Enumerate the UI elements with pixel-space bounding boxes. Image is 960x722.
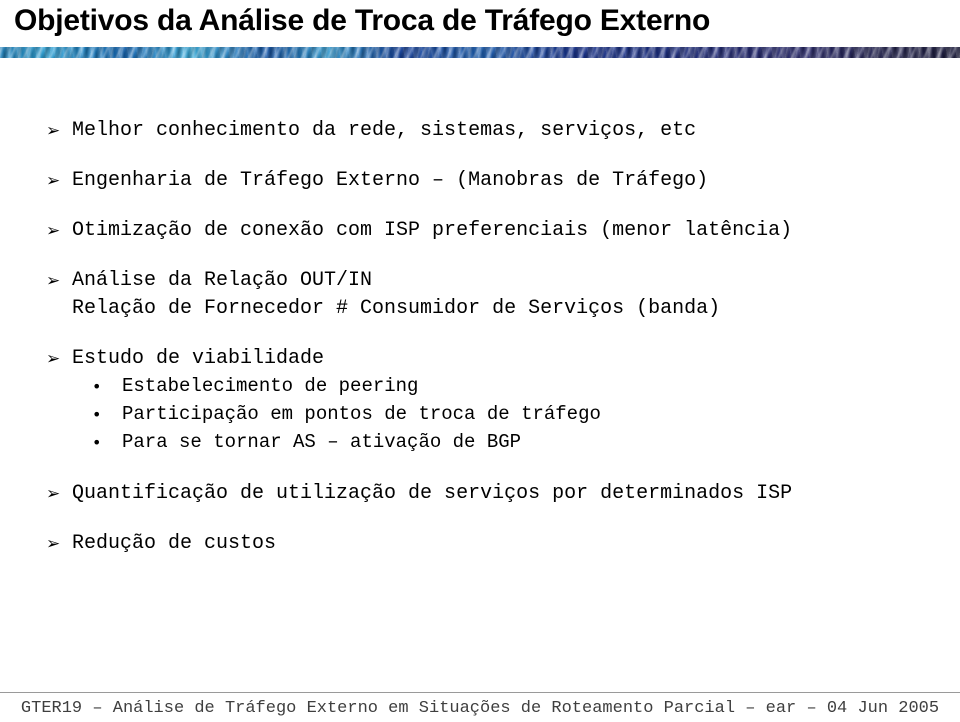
sub-list-item: • Estabelecimento de peering xyxy=(0,374,960,399)
list-item-label: Análise da Relação OUT/IN xyxy=(72,269,373,292)
sub-list-item-label: Participação em pontos de troca de tráfe… xyxy=(122,403,601,425)
list-item: ➢ Melhor conhecimento da rede, sistemas,… xyxy=(0,118,960,144)
footer-text: GTER19 – Análise de Tráfego Externo em S… xyxy=(20,699,940,718)
list-item-label: Engenharia de Tráfego Externo – (Manobra… xyxy=(72,169,709,192)
list-item-label: Estudo de viabilidade xyxy=(72,347,325,370)
sub-list-item-label: Estabelecimento de peering xyxy=(122,375,419,397)
page-title: Objetivos da Análise de Troca de Tráfego… xyxy=(14,4,711,37)
list-item: ➢ Redução de custos xyxy=(0,531,960,557)
list-item: ➢ Quantificação de utilização de serviço… xyxy=(0,481,960,507)
footer-divider xyxy=(0,692,960,693)
dot-bullet-icon: • xyxy=(92,405,102,424)
arrow-bullet-icon: ➢ xyxy=(46,121,61,141)
list-item-label: Redução de custos xyxy=(72,532,277,555)
presentation-slide: Objetivos da Análise de Troca de Tráfego… xyxy=(0,0,960,722)
arrow-bullet-icon: ➢ xyxy=(46,171,61,191)
arrow-bullet-icon: ➢ xyxy=(46,221,61,241)
list-item-label: Otimização de conexão com ISP preferenci… xyxy=(72,219,793,242)
title-decorative-band-image xyxy=(0,47,960,58)
list-item: ➢ Estudo de viabilidade xyxy=(0,346,960,372)
list-item-label: Quantificação de utilização de serviços … xyxy=(72,482,793,505)
arrow-bullet-icon: ➢ xyxy=(46,484,61,504)
sub-list-item: • Participação em pontos de troca de trá… xyxy=(0,402,960,427)
arrow-bullet-icon: ➢ xyxy=(46,271,61,291)
dot-bullet-icon: • xyxy=(92,377,102,396)
dot-bullet-icon: • xyxy=(92,433,102,452)
sub-list-item: • Para se tornar AS – ativação de BGP xyxy=(0,430,960,455)
sub-list-item-label: Para se tornar AS – ativação de BGP xyxy=(122,431,522,453)
list-item-continuation: Relação de Fornecedor # Consumidor de Se… xyxy=(72,297,721,320)
bullet-list: ➢ Melhor conhecimento da rede, sistemas,… xyxy=(0,118,960,581)
arrow-bullet-icon: ➢ xyxy=(46,349,61,369)
list-item-label: Melhor conhecimento da rede, sistemas, s… xyxy=(72,119,697,142)
arrow-bullet-icon: ➢ xyxy=(46,534,61,554)
list-item: ➢ Engenharia de Tráfego Externo – (Manob… xyxy=(0,168,960,194)
list-item: ➢ Otimização de conexão com ISP preferen… xyxy=(0,218,960,244)
list-item: ➢ Análise da Relação OUT/IN xyxy=(0,268,960,294)
